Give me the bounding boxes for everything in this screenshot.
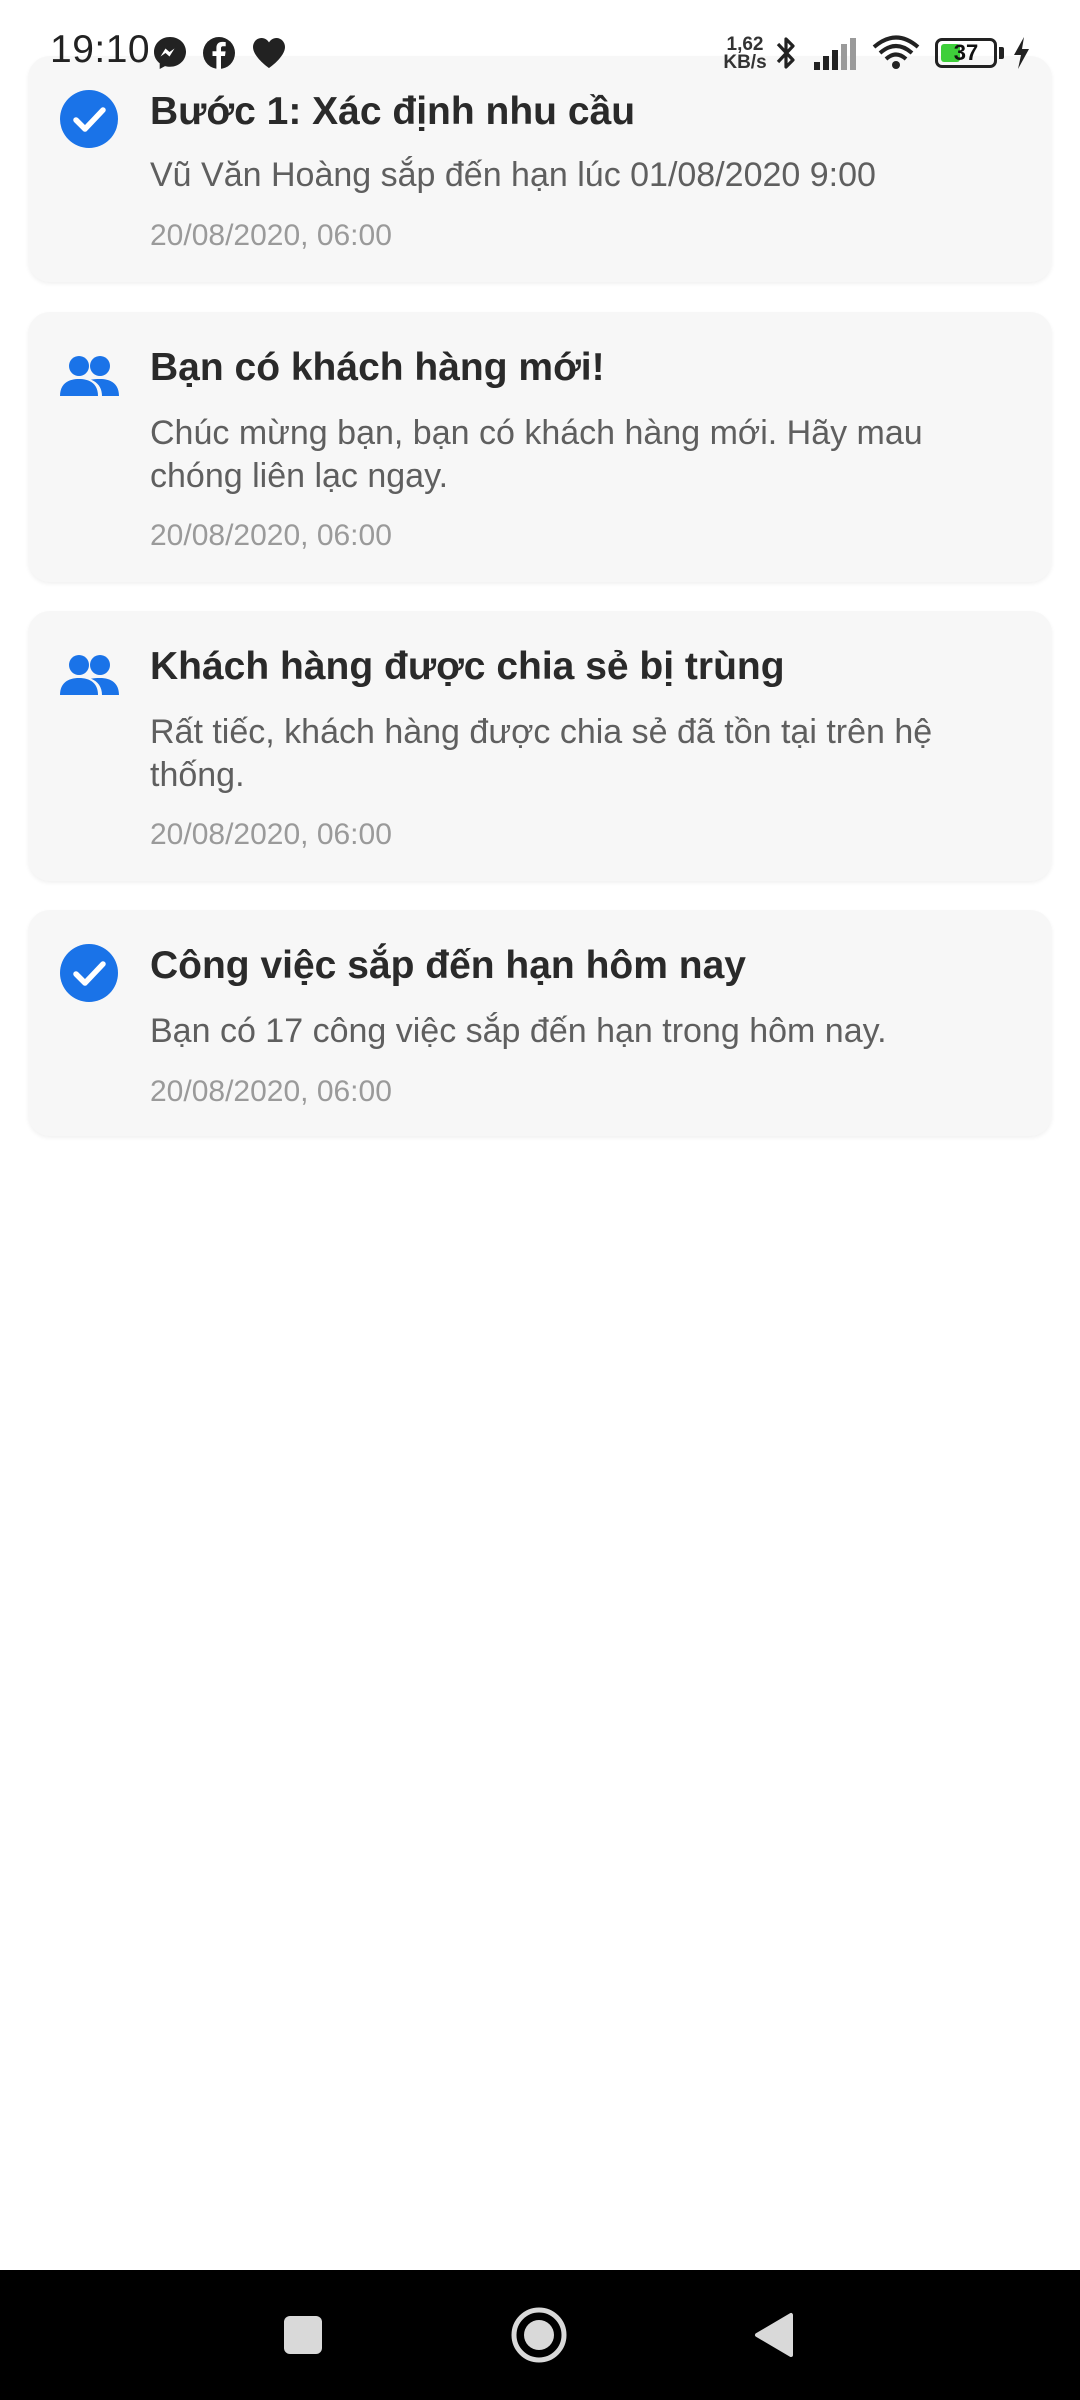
notification-time: 20/08/2020, 06:00 bbox=[150, 519, 392, 552]
network-speed-unit: KB/s bbox=[723, 52, 767, 73]
battery-icon: 37 bbox=[935, 38, 997, 68]
notification-card[interactable]: Bạn có khách hàng mới! Chúc mừng bạn, bạ… bbox=[28, 312, 1052, 582]
users-icon bbox=[60, 356, 119, 396]
network-speed: 1,62 KB/s bbox=[718, 35, 772, 73]
home-circle-icon bbox=[511, 2307, 567, 2363]
notification-body: Vũ Văn Hoàng sắp đến hạn lúc 01/08/2020 … bbox=[150, 156, 876, 194]
notification-card[interactable]: Công việc sắp đến hạn hôm nay Bạn có 17 … bbox=[28, 910, 1052, 1136]
users-icon bbox=[60, 655, 119, 695]
battery-cap bbox=[999, 47, 1004, 59]
facebook-icon bbox=[203, 37, 235, 69]
charging-icon bbox=[1014, 37, 1029, 69]
back-triangle-icon bbox=[755, 2313, 793, 2357]
notification-title: Khách hàng được chia sẻ bị trùng bbox=[150, 645, 785, 688]
navigation-bar bbox=[0, 2270, 1080, 2400]
check-circle-icon bbox=[60, 944, 118, 1002]
status-time: 19:10 bbox=[50, 28, 151, 71]
notification-body: Bạn có 17 công việc sắp đến hạn trong hô… bbox=[150, 1012, 887, 1050]
square-icon bbox=[284, 2316, 322, 2354]
notification-time: 20/08/2020, 06:00 bbox=[150, 1075, 392, 1108]
bluetooth-icon bbox=[776, 37, 795, 69]
home-button[interactable] bbox=[494, 2290, 584, 2380]
signal-icon bbox=[814, 38, 856, 70]
back-button[interactable] bbox=[730, 2290, 820, 2380]
wifi-icon bbox=[872, 35, 920, 69]
status-bar: 19:10 1,62 KB/s 37 bbox=[0, 0, 1080, 100]
notification-body: Rất tiếc, khách hàng được chia sẻ đã tồn… bbox=[150, 713, 933, 794]
notification-time: 20/08/2020, 06:00 bbox=[150, 219, 392, 252]
notification-body: Chúc mừng bạn, bạn có khách hàng mới. Hã… bbox=[150, 414, 923, 495]
battery-level-text: 37 bbox=[953, 40, 979, 65]
recents-button[interactable] bbox=[258, 2290, 348, 2380]
notification-title: Công việc sắp đến hạn hôm nay bbox=[150, 944, 746, 987]
messenger-icon bbox=[154, 37, 186, 69]
notification-time: 20/08/2020, 06:00 bbox=[150, 818, 392, 851]
heart-icon bbox=[253, 38, 285, 68]
notification-title: Bạn có khách hàng mới! bbox=[150, 346, 605, 389]
notification-card[interactable]: Khách hàng được chia sẻ bị trùng Rất tiế… bbox=[28, 611, 1052, 881]
